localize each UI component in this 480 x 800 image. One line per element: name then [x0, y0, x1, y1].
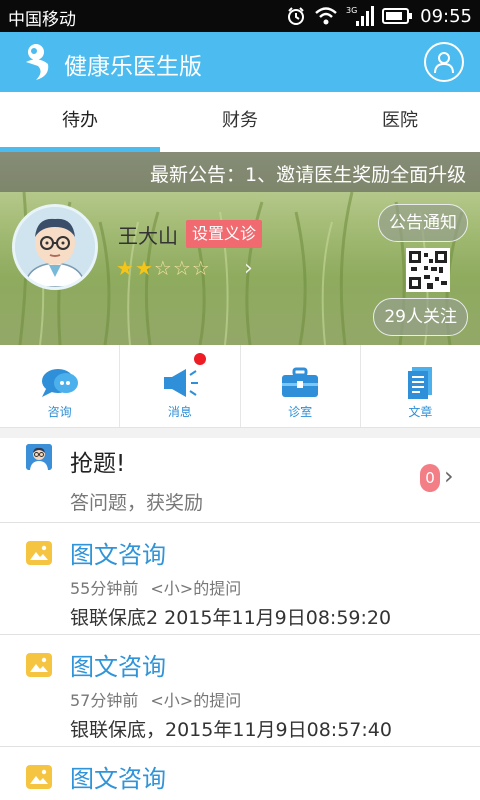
doctor-name: 王大山: [118, 224, 178, 248]
status-icons: 3G 09:55: [286, 4, 472, 28]
grab-question-title: 抢题!: [70, 451, 126, 477]
quick-action-label: 咨询: [47, 405, 72, 419]
star-empty-icon: ☆: [153, 256, 173, 280]
rating-stars[interactable]: ★★☆☆☆: [116, 256, 211, 280]
svg-text:3G: 3G: [346, 6, 357, 15]
announcement-marquee[interactable]: 最新公告：1、邀请医生奖励全面升级: [0, 152, 480, 192]
image-icon: [26, 765, 52, 789]
user-profile-icon: [434, 52, 454, 74]
megaphone-icon: [163, 369, 198, 397]
quick-action-messages[interactable]: 消息: [120, 345, 241, 427]
article-icon: [408, 367, 433, 399]
set-free-clinic-button[interactable]: 设置义诊: [186, 220, 263, 248]
asker: <小>的提问: [150, 691, 242, 710]
app-header: 健康乐医生版: [0, 32, 480, 92]
quick-action-label: 消息: [167, 405, 192, 419]
alarm-icon: [288, 7, 305, 25]
main-tabs: 待办 财务 医院: [0, 92, 480, 152]
consult-type: 图文咨询: [70, 765, 166, 793]
doctor-avatar[interactable]: [12, 204, 98, 290]
consult-meta: 57分钟前 <小>的提问: [70, 687, 253, 711]
consult-title: 银联保底2 2015年11月9日08:59:20: [70, 607, 392, 629]
chevron-right-icon: ›: [444, 462, 454, 490]
tab-hospital[interactable]: 医院: [320, 92, 480, 152]
doctor-banner: 最新公告：1、邀请医生奖励全面升级 王大山 设置义诊 ★★☆☆☆ › 公告通知: [0, 152, 480, 345]
app-logo-icon: [26, 44, 49, 80]
status-bar: 中国移动 3G 09:55: [0, 0, 480, 32]
quick-actions: 咨询 消息 诊室 文章: [0, 345, 480, 428]
carrier-name: 中国移动: [8, 10, 76, 30]
quick-action-label: 诊室: [288, 405, 313, 419]
list-item[interactable]: 图文咨询: [0, 747, 480, 800]
time-ago: 55分钟前: [70, 579, 139, 598]
list-item[interactable]: 图文咨询 57分钟前 <小>的提问 银联保底，2015年11月9日08:57:40: [0, 635, 480, 747]
consult-meta: 55分钟前 <小>的提问: [70, 575, 253, 599]
doctor-cartoon-image: [15, 207, 95, 287]
asker: <小>的提问: [150, 579, 242, 598]
quick-action-clinic[interactable]: 诊室: [241, 345, 361, 427]
consult-title: 银联保底，2015年11月9日08:57:40: [70, 719, 392, 741]
count-badge: 0: [420, 464, 440, 492]
chevron-right-icon[interactable]: ›: [244, 256, 253, 281]
section-divider: [0, 428, 480, 438]
briefcase-icon: [282, 367, 319, 397]
star-filled-icon: ★: [116, 256, 135, 280]
consult-type: 图文咨询: [70, 541, 166, 569]
wifi-icon: [315, 7, 337, 25]
qr-code-icon[interactable]: [406, 248, 450, 292]
announcement-text: 最新公告：1、邀请医生奖励全面升级: [150, 164, 467, 186]
quick-action-label: 文章: [408, 405, 433, 419]
image-icon: [26, 541, 52, 565]
followers-button[interactable]: 29人关注: [373, 298, 468, 336]
grab-question-row[interactable]: 抢题! 答问题，获奖励 0 ›: [0, 438, 480, 523]
signal-icon: 3G: [346, 6, 375, 26]
consult-type: 图文咨询: [70, 653, 166, 681]
star-empty-icon: ☆: [172, 256, 192, 280]
quick-action-articles[interactable]: 文章: [361, 345, 480, 427]
image-icon: [26, 653, 52, 677]
tab-todo[interactable]: 待办: [0, 92, 160, 152]
chat-bubble-icon: [41, 369, 78, 397]
app-title: 健康乐医生版: [64, 54, 202, 80]
list-item[interactable]: 图文咨询 55分钟前 <小>的提问 银联保底2 2015年11月9日08:59:2…: [0, 523, 480, 635]
quick-action-consult[interactable]: 咨询: [0, 345, 121, 427]
battery-icon: [382, 8, 413, 24]
star-filled-icon: ★: [134, 256, 154, 280]
announcement-button[interactable]: 公告通知: [378, 204, 468, 242]
doctor-icon: [26, 444, 52, 470]
star-empty-icon: ☆: [191, 256, 211, 280]
time-ago: 57分钟前: [70, 691, 139, 710]
unread-dot: [194, 353, 207, 365]
grab-question-subtitle: 答问题，获奖励: [70, 492, 204, 514]
user-profile-button[interactable]: [424, 42, 464, 82]
tab-finance[interactable]: 财务: [160, 92, 320, 152]
clock: 09:55: [420, 5, 472, 27]
